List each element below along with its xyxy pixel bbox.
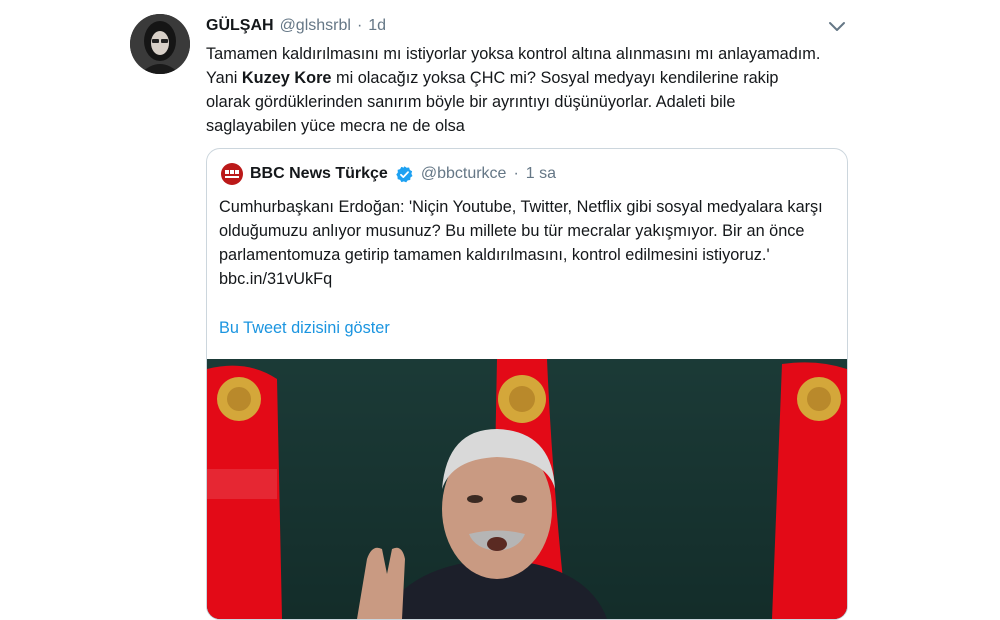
quoted-handle[interactable]: @bbcturkce [421, 165, 507, 183]
quoted-tweet[interactable]: BBC News Türkçe @bbcturkce · 1 sa Cumhur… [206, 148, 848, 620]
chevron-down-icon[interactable] [826, 17, 848, 35]
timestamp[interactable]: 1d [368, 17, 386, 35]
quoted-link[interactable]: bbc.in/31vUkFq [219, 267, 839, 291]
quoted-display-name[interactable]: BBC News Türkçe [250, 165, 388, 183]
bbc-logo-icon[interactable] [221, 163, 243, 185]
hashtag-bold: Kuzey Kore [241, 69, 332, 87]
quoted-tweet-text: Cumhurbaşkanı Erdoğan: 'Niçin Youtube, T… [219, 195, 839, 291]
quoted-text-body: Cumhurbaşkanı Erdoğan: 'Niçin Youtube, T… [219, 198, 823, 264]
verified-badge-icon [396, 165, 413, 182]
quoted-timestamp[interactable]: 1 sa [526, 165, 556, 183]
quoted-tweet-header: BBC News Türkçe @bbcturkce · 1 sa [221, 161, 556, 187]
tweet-media-image[interactable] [207, 359, 847, 619]
user-handle[interactable]: @glshsrbl [280, 17, 351, 35]
tweet-header: GÜLŞAH @glshsrbl · 1d [206, 15, 386, 37]
tweet-text: Tamamen kaldırılmasını mı istiyorlar yok… [206, 42, 826, 138]
show-thread-link[interactable]: Bu Tweet dizisini göster [219, 319, 390, 338]
display-name[interactable]: GÜLŞAH [206, 17, 274, 35]
quoted-separator: · [513, 165, 519, 182]
avatar-photo [130, 14, 190, 74]
media-photo [207, 359, 847, 619]
avatar[interactable] [130, 14, 190, 74]
separator: · [356, 17, 363, 34]
